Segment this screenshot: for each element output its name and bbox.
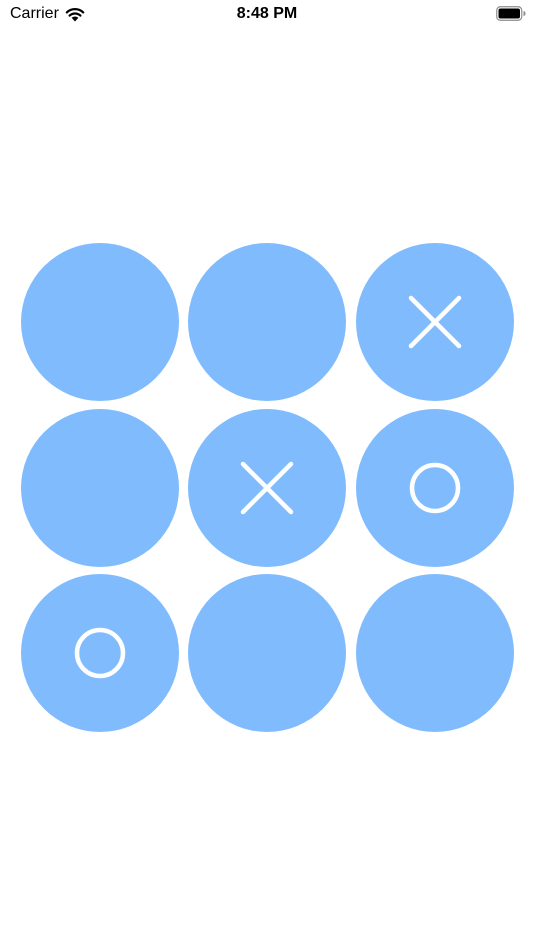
board-cell-2[interactable] — [188, 243, 346, 401]
o-mark-icon — [409, 462, 461, 514]
board-cell-4[interactable] — [21, 409, 179, 567]
board-cell-9[interactable] — [356, 574, 514, 732]
status-bar: Carrier 8:48 PM — [0, 0, 534, 28]
x-mark-icon — [240, 461, 294, 515]
game-board — [21, 243, 515, 733]
board-cell-1[interactable] — [21, 243, 179, 401]
status-time: 8:48 PM — [236, 5, 298, 22]
board-cell-5[interactable] — [188, 409, 346, 567]
board-cell-3[interactable] — [356, 243, 514, 401]
x-mark-icon — [408, 295, 462, 349]
board-cell-8[interactable] — [188, 574, 346, 732]
o-mark-icon — [74, 627, 126, 679]
battery-icon — [496, 6, 526, 21]
board-cell-6[interactable] — [356, 409, 514, 567]
board-cell-7[interactable] — [21, 574, 179, 732]
